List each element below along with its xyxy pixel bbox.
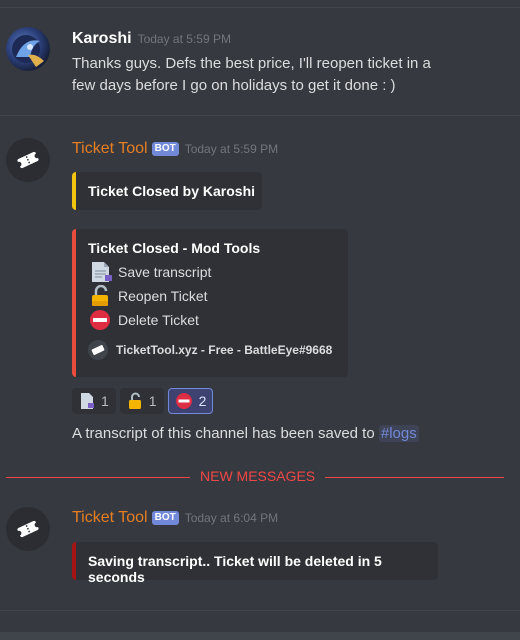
timestamp[interactable]: Today at 6:04 PM xyxy=(185,511,278,525)
option-delete-ticket: Delete Ticket xyxy=(88,308,348,332)
embed-title: Ticket Closed - Mod Tools xyxy=(88,240,261,256)
reaction-document[interactable]: 1 xyxy=(72,388,116,414)
chat-view: Karoshi Today at 5:59 PM Thanks guys. De… xyxy=(0,0,520,640)
divider xyxy=(0,115,520,116)
message-input-bar[interactable] xyxy=(0,632,520,640)
message-header: Karoshi Today at 5:59 PM xyxy=(72,30,231,48)
option-save-transcript: Save transcript xyxy=(88,260,348,284)
avatar[interactable] xyxy=(6,27,50,71)
username[interactable]: Karoshi xyxy=(72,30,132,48)
bot-tag: BOT xyxy=(151,511,179,525)
divider xyxy=(0,7,520,8)
reaction-unlock[interactable]: 1 xyxy=(119,388,164,414)
reaction-count: 2 xyxy=(198,393,207,409)
unlock-icon xyxy=(128,392,141,409)
no-entry-icon xyxy=(175,393,192,409)
ticket-icon xyxy=(16,520,40,538)
transcript-text: A transcript of this channel has been sa… xyxy=(72,425,379,442)
message-header: Ticket Tool BOT Today at 5:59 PM xyxy=(72,140,278,158)
option-label: Reopen Ticket xyxy=(118,288,208,304)
ticket-icon xyxy=(16,151,40,169)
reaction-count: 1 xyxy=(101,393,109,409)
embed-title: Ticket Closed by Karoshi xyxy=(88,183,256,199)
no-entry-icon xyxy=(90,310,110,330)
embed-footer: TicketTool.xyz - Free - BattleEye#9668 xyxy=(88,340,348,360)
timestamp[interactable]: Today at 5:59 PM xyxy=(185,142,278,156)
reactions: 1 1 2 xyxy=(72,388,214,414)
embed-title: Saving transcript.. Ticket will be delet… xyxy=(88,553,382,585)
option-label: Delete Ticket xyxy=(118,312,199,328)
embed-ticket-closed: Ticket Closed by Karoshi xyxy=(72,172,262,210)
footer-text: TicketTool.xyz - Free - BattleEye#9668 xyxy=(116,343,333,357)
message-text: A transcript of this channel has been sa… xyxy=(72,423,419,445)
option-reopen-ticket: Reopen Ticket xyxy=(88,284,348,308)
document-icon xyxy=(92,262,112,282)
username[interactable]: Ticket Tool xyxy=(72,140,148,158)
message-line: Thanks guys. Defs the best price, I'll r… xyxy=(72,55,431,72)
message-text: Thanks guys. Defs the best price, I'll r… xyxy=(72,53,431,97)
message-line: few days before I go on holidays to get … xyxy=(72,77,396,94)
document-icon xyxy=(81,393,94,409)
message-header: Ticket Tool BOT Today at 6:04 PM xyxy=(72,509,278,527)
unlock-icon xyxy=(92,285,108,306)
timestamp[interactable]: Today at 5:59 PM xyxy=(138,32,231,46)
option-label: Save transcript xyxy=(118,264,212,280)
divider xyxy=(0,610,520,611)
ticket-icon xyxy=(88,340,108,360)
embed-saving-transcript: Saving transcript.. Ticket will be delet… xyxy=(72,542,438,585)
reaction-count: 1 xyxy=(148,393,157,409)
avatar[interactable] xyxy=(6,507,50,551)
embed-mod-tools: Ticket Closed - Mod Tools Save transcrip… xyxy=(72,229,348,377)
avatar-image xyxy=(12,35,44,67)
avatar[interactable] xyxy=(6,138,50,182)
reaction-no-entry[interactable]: 2 xyxy=(167,388,214,414)
new-messages-label: NEW MESSAGES xyxy=(190,468,326,484)
bot-tag: BOT xyxy=(151,142,179,156)
channel-mention[interactable]: #logs xyxy=(378,425,419,442)
username[interactable]: Ticket Tool xyxy=(72,509,148,527)
